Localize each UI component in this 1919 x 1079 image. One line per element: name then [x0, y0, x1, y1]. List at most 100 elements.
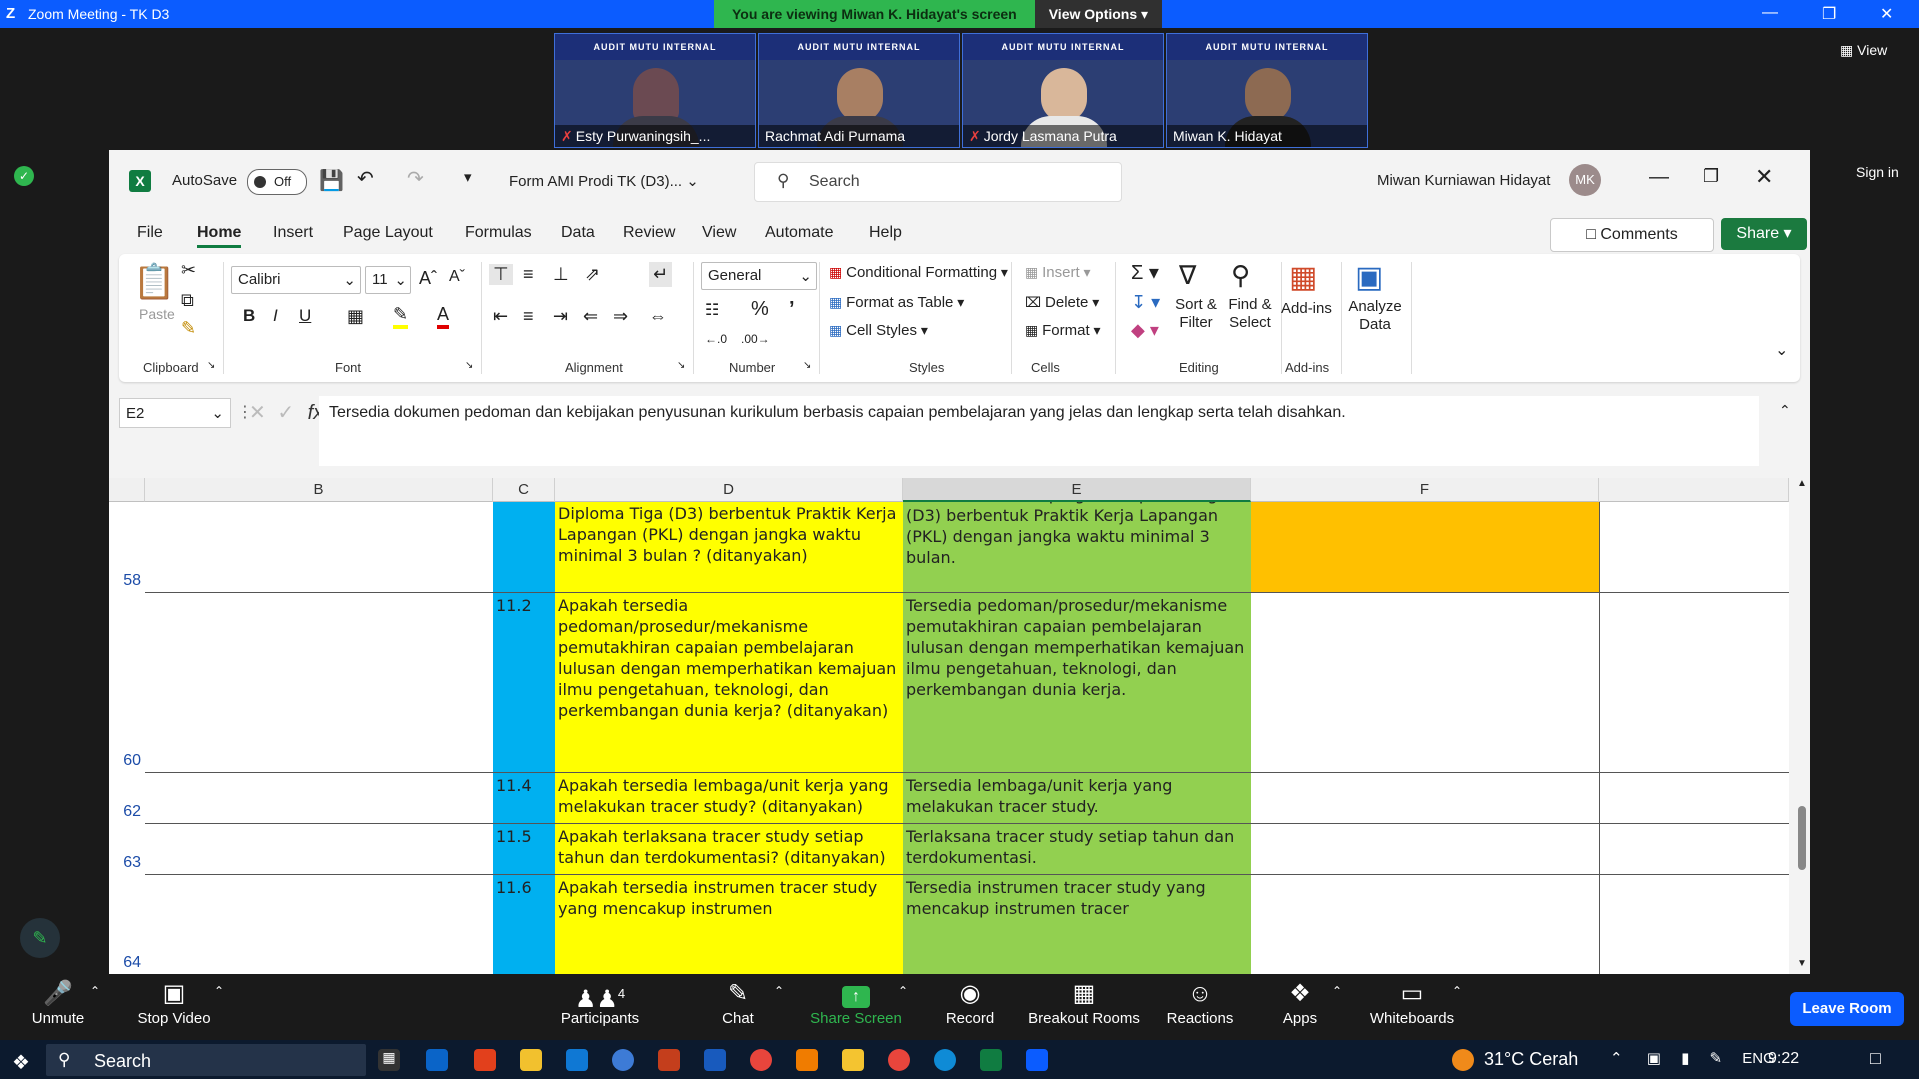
row-header-58[interactable]: 58	[109, 572, 145, 590]
sort-filter-icon[interactable]: ∇	[1179, 260, 1196, 291]
breakout-rooms-button[interactable]: ▦ Breakout Rooms	[1026, 974, 1142, 1027]
windows-start-icon[interactable]: ❖	[12, 1050, 30, 1075]
cell-c64[interactable]: 11.6	[493, 875, 555, 974]
find-select-button[interactable]: Find & Select	[1225, 296, 1275, 332]
borders-icon[interactable]: ▦	[347, 306, 364, 327]
cell-d64[interactable]: Apakah tersedia instrumen tracer study y…	[555, 875, 903, 974]
column-header-g[interactable]	[1599, 478, 1789, 502]
cell-e63[interactable]: Terlaksana tracer study setiap tahun dan…	[903, 824, 1251, 874]
apps-button[interactable]: ❖ Apps	[1280, 974, 1320, 1027]
cell-e64[interactable]: Tersedia instrumen tracer study yang men…	[903, 875, 1251, 974]
cell-d62[interactable]: Apakah tersedia lembaga/unit kerja yang …	[555, 773, 903, 823]
decrease-indent-icon[interactable]: ⇐	[583, 306, 598, 327]
align-top-icon[interactable]: ⊤	[489, 264, 513, 285]
formula-bar-input[interactable]: Tersedia dokumen pedoman dan kebijakan p…	[319, 396, 1759, 466]
restore-icon[interactable]: ❐	[1822, 4, 1836, 24]
align-right-icon[interactable]: ⇥	[553, 306, 568, 327]
formula-bar-collapse-icon[interactable]: ⌃	[1779, 402, 1791, 419]
apps-options-icon[interactable]: ⌃	[1332, 984, 1342, 998]
cell-e62[interactable]: Tersedia lembaga/unit kerja yang melakuk…	[903, 773, 1251, 823]
tab-file[interactable]: File	[137, 224, 163, 242]
mail-icon[interactable]	[426, 1049, 448, 1071]
font-color-icon[interactable]: A	[437, 304, 450, 329]
leave-room-button[interactable]: Leave Room	[1790, 992, 1904, 1026]
powerpoint-icon[interactable]	[658, 1049, 680, 1071]
font-size-select[interactable]: 11 ⌄	[365, 266, 411, 294]
whiteboards-button[interactable]: ▭ Whiteboards	[1366, 974, 1458, 1027]
scroll-up-icon[interactable]: ▲	[1797, 478, 1807, 489]
scrollbar-thumb[interactable]	[1798, 806, 1806, 870]
column-header-f[interactable]: F	[1251, 478, 1599, 502]
task-view-icon[interactable]: ▦	[378, 1049, 400, 1071]
row-header-60[interactable]: 60	[109, 752, 145, 770]
merge-center-icon[interactable]: ⇔	[649, 306, 667, 327]
cut-icon[interactable]: ✂	[181, 260, 196, 281]
chrome-icon[interactable]	[750, 1049, 772, 1071]
tab-insert[interactable]: Insert	[273, 224, 313, 242]
close-icon[interactable]: ✕	[1880, 4, 1893, 24]
share-button[interactable]: Share ▾	[1721, 218, 1807, 250]
select-all-corner[interactable]	[109, 478, 145, 502]
cell-e60[interactable]: Tersedia pedoman/prosedur/mekanisme pemu…	[903, 593, 1251, 772]
audio-options-icon[interactable]: ⌃	[90, 984, 100, 998]
font-name-select[interactable]: Calibri ⌄	[231, 266, 361, 294]
taskbar-search[interactable]: ⚲ Search	[46, 1044, 366, 1076]
fill-color-icon[interactable]: ✎	[393, 304, 409, 329]
pen-icon[interactable]: ✎	[1710, 1050, 1723, 1067]
align-center-icon[interactable]: ≡	[523, 306, 534, 327]
video-tile[interactable]: AUDIT MUTU INTERNAL ✗ Jordy Lasmana Putra	[962, 33, 1164, 148]
conditional-formatting-button[interactable]: ▦ Conditional Formatting ▾	[829, 264, 1008, 281]
cell-styles-button[interactable]: ▦ Cell Styles ▾	[829, 322, 928, 339]
alignment-launcher-icon[interactable]: ↘	[677, 360, 685, 371]
scroll-down-icon[interactable]: ▼	[1797, 958, 1807, 969]
cell-f58[interactable]	[1251, 502, 1599, 592]
excel-taskbar-icon[interactable]	[980, 1049, 1002, 1071]
store-icon[interactable]	[566, 1049, 588, 1071]
word-icon[interactable]	[704, 1049, 726, 1071]
comma-style-icon[interactable]: ’	[789, 298, 795, 321]
column-header-b[interactable]: B	[145, 478, 493, 502]
add-ins-button[interactable]: Add-ins	[1281, 300, 1332, 317]
accounting-format-icon[interactable]: ☷	[705, 300, 719, 320]
chrome-profile-icon[interactable]	[888, 1049, 910, 1071]
font-launcher-icon[interactable]: ↘	[465, 360, 473, 371]
cell-c58[interactable]	[493, 502, 555, 592]
copy-icon[interactable]: ⧉	[181, 290, 194, 311]
align-middle-icon[interactable]: ≡	[523, 264, 534, 285]
column-header-d[interactable]: D	[555, 478, 903, 502]
record-button[interactable]: ◉ Record	[940, 974, 1000, 1027]
row-header-64[interactable]: 64	[109, 954, 145, 968]
cell-c60[interactable]: 11.2	[493, 593, 555, 772]
add-ins-icon[interactable]: ▦	[1289, 260, 1317, 295]
fill-icon[interactable]: ↧ ▾	[1131, 292, 1160, 313]
number-launcher-icon[interactable]: ↘	[803, 360, 811, 371]
stop-video-button[interactable]: ▣ Stop Video	[134, 974, 214, 1027]
tab-view[interactable]: View	[702, 224, 736, 242]
vertical-scrollbar[interactable]: ▲ ▼	[1794, 478, 1810, 974]
clipboard-launcher-icon[interactable]: ↘	[207, 360, 215, 371]
file-name-dropdown[interactable]: Form AMI Prodi TK (D3)... ⌄	[509, 172, 699, 190]
video-options-icon[interactable]: ⌃	[214, 984, 224, 998]
vlc-icon[interactable]	[796, 1049, 818, 1071]
share-screen-button[interactable]: ↑ Share Screen	[808, 974, 904, 1027]
battery-icon[interactable]: ▮	[1681, 1050, 1689, 1067]
tab-formulas[interactable]: Formulas	[465, 224, 532, 242]
excel-close-icon[interactable]: ✕	[1755, 164, 1773, 190]
underline-icon[interactable]: U	[299, 306, 311, 326]
clear-icon[interactable]: ◆ ▾	[1131, 320, 1159, 341]
find-select-icon[interactable]: ⚲	[1231, 260, 1250, 291]
align-bottom-icon[interactable]: ⊥	[553, 264, 569, 285]
view-options-button[interactable]: View Options ▾	[1034, 0, 1163, 28]
app-icon[interactable]	[612, 1049, 634, 1071]
sort-filter-button[interactable]: Sort & Filter	[1173, 296, 1219, 332]
increase-font-icon[interactable]: Aˆ	[419, 268, 437, 289]
wrap-text-icon[interactable]: ↵	[649, 262, 673, 287]
tab-review[interactable]: Review	[623, 224, 675, 242]
save-icon[interactable]: 💾	[319, 168, 344, 193]
office-icon[interactable]	[474, 1049, 496, 1071]
autosave-toggle[interactable]: Off	[247, 169, 307, 195]
minimize-icon[interactable]: —	[1762, 4, 1778, 22]
user-name[interactable]: Miwan Kurniawan Hidayat	[1377, 172, 1550, 189]
tab-page-layout[interactable]: Page Layout	[343, 224, 433, 242]
analyze-data-button[interactable]: Analyze Data	[1347, 298, 1403, 334]
